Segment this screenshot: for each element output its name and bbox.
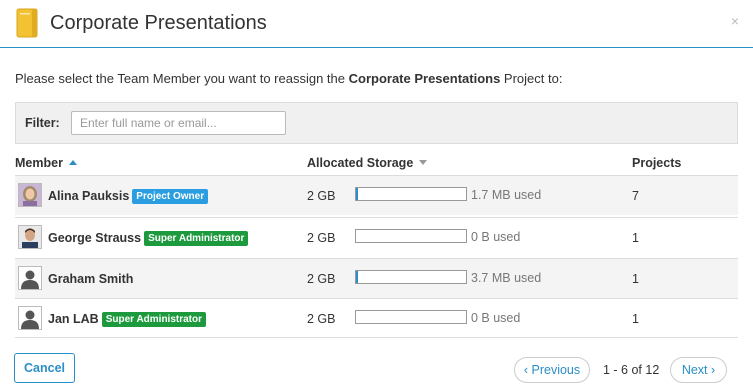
member-name-cell: Alina Pauksis Project Owner [48,189,209,204]
storage-usage-bar [355,310,467,324]
storage-column-header[interactable]: Allocated Storage [307,156,428,170]
instruction-text: Please select the Team Member you want t… [15,71,562,86]
dialog-title: Corporate Presentations [50,12,267,34]
storage-usage-bar [355,270,467,284]
member-column-header[interactable]: Member [15,156,77,170]
previous-button[interactable]: ‹ Previous [514,357,590,383]
instruction-prefix: Please select the Team Member you want t… [15,71,349,86]
storage-used: 0 B used [471,311,521,325]
project-count: 1 [632,272,639,286]
storage-usage-fill [356,271,358,283]
avatar [18,183,42,207]
sort-ascending-icon [68,160,77,165]
storage-used: 0 B used [471,230,521,244]
instruction-suffix: Project to: [500,71,563,86]
allocated-storage: 2 GB [307,189,336,203]
member-name: George Strauss [48,231,142,245]
avatar [18,306,42,330]
member-header-label: Member [15,156,63,170]
sort-descending-icon [419,160,428,165]
instruction-project: Corporate Presentations [348,71,501,86]
storage-usage-fill [356,188,358,200]
close-icon[interactable]: × [731,14,739,28]
allocated-storage: 2 GB [307,312,336,326]
role-badge: Project Owner [132,189,209,204]
storage-header-label: Allocated Storage [307,156,414,170]
next-button[interactable]: Next › [670,357,727,383]
dialog-header: Corporate Presentations × [0,0,753,48]
avatar [18,266,42,290]
role-badge: Super Administrator [101,312,207,327]
table-row[interactable]: George Strauss Super Administrator 2 GB 0 B… [15,217,738,257]
member-name: Alina Pauksis [48,189,130,203]
projects-header-label: Projects [632,156,682,170]
storage-used: 1.7 MB used [471,188,542,202]
projects-column-header: Projects [632,156,681,170]
member-name: Graham Smith [48,272,134,286]
cancel-button[interactable]: Cancel [14,353,75,383]
project-count: 7 [632,189,639,203]
filter-bar: Filter: [15,102,738,144]
allocated-storage: 2 GB [307,272,336,286]
pagination-info: 1 - 6 of 12 [603,363,660,377]
table-row[interactable]: Jan LAB Super Administrator 2 GB 0 B used 1 [15,298,738,338]
storage-usage-bar [355,229,467,243]
project-count: 1 [632,231,639,245]
filter-input[interactable] [71,111,286,135]
filter-label: Filter: [25,116,60,130]
member-name-cell: George Strauss Super Administrator [48,231,249,246]
folder-icon [16,8,38,38]
table-row[interactable]: Alina Pauksis Project Owner 2 GB 1.7 MB use… [15,175,738,215]
project-count: 1 [632,312,639,326]
storage-usage-bar [355,187,467,201]
storage-used: 3.7 MB used [471,271,542,285]
avatar [18,225,42,249]
allocated-storage: 2 GB [307,231,336,245]
member-name-cell: Jan LAB Super Administrator [48,312,207,327]
member-name: Jan LAB [48,312,99,326]
member-name-cell: Graham Smith [48,272,133,286]
role-badge: Super Administrator [144,231,249,246]
table-row[interactable]: Graham Smith 2 GB 3.7 MB used 1 [15,258,738,298]
